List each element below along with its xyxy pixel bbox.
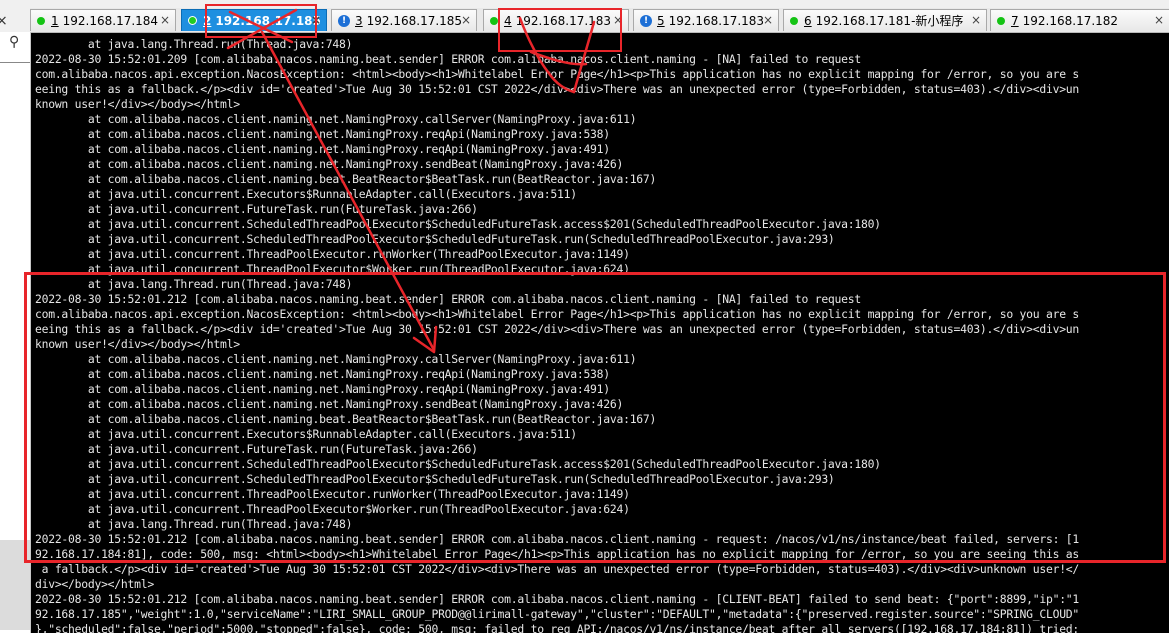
terminal-line: at java.util.concurrent.Executors$Runnab… <box>35 187 577 201</box>
tab-close-icon[interactable]: × <box>160 13 170 27</box>
status-dot-icon <box>490 16 498 25</box>
terminal-line: at java.lang.Thread.run(Thread.java:748) <box>35 277 353 291</box>
window-title-strip <box>0 0 1169 8</box>
terminal-line: com.alibaba.nacos.api.exception.NacosExc… <box>35 67 1080 81</box>
terminal-line: at com.alibaba.nacos.client.naming.beat.… <box>35 172 657 186</box>
terminal-line: },"scheduled":false,"period":5000,"stopp… <box>35 622 1080 633</box>
tab-number: 2 <box>203 13 212 28</box>
terminal-text: at java.lang.Thread.run(Thread.java:748)… <box>31 33 1169 633</box>
status-dot-icon <box>37 16 45 25</box>
status-dot-icon <box>188 16 197 25</box>
terminal-line: at java.util.concurrent.ScheduledThreadP… <box>35 217 881 231</box>
status-dot-icon <box>997 16 1005 25</box>
tab-number: 5 <box>657 13 665 28</box>
sidebar-empty-area <box>0 540 30 630</box>
tab-close-icon[interactable]: × <box>311 13 321 27</box>
terminal-line: at com.alibaba.nacos.client.naming.net.N… <box>35 382 610 396</box>
tab-label: 192.168.17.184 <box>62 13 159 28</box>
terminal-line: at java.lang.Thread.run(Thread.java:748) <box>35 517 353 531</box>
tab-number: 6 <box>804 13 812 28</box>
terminal-line: at java.util.concurrent.ThreadPoolExecut… <box>35 502 630 516</box>
terminal-line: a fallback.</p><div id='created'>Tue Aug… <box>35 562 1080 576</box>
terminal-line: at java.util.concurrent.FutureTask.run(F… <box>35 442 478 456</box>
terminal-line: 92.168.17.184:81], code: 500, msg: <html… <box>35 547 1080 561</box>
terminal-line: known user!</div></body></html> <box>35 97 240 111</box>
tab-session-1[interactable]: 1 192.168.17.184 × <box>30 9 176 31</box>
tab-number: 1 <box>51 13 59 28</box>
sidebar-toolbar: × <box>0 12 30 33</box>
tab-label: 192.168.17.185 <box>215 13 321 28</box>
terminal-line: 2022-08-30 15:52:01.209 [com.alibaba.nac… <box>35 52 861 66</box>
terminal-line: 2022-08-30 15:52:01.212 [com.alibaba.nac… <box>35 592 1080 606</box>
terminal-line: at com.alibaba.nacos.client.naming.net.N… <box>35 397 624 411</box>
tab-close-icon[interactable]: × <box>763 13 773 27</box>
tab-close-icon[interactable]: × <box>461 13 471 27</box>
tab-close-icon[interactable]: × <box>971 13 981 27</box>
tab-label: 192.168.17.181-新小程序 <box>815 14 964 28</box>
terminal-line: 2022-08-30 15:52:01.212 [com.alibaba.nac… <box>35 292 861 306</box>
terminal-line: at java.util.concurrent.ScheduledThreadP… <box>35 232 835 246</box>
tab-label: 192.168.17.185 <box>366 13 463 28</box>
session-tab-bar: 1 192.168.17.184 × 2 192.168.17.185 ×! 3 192.16… <box>30 8 1169 33</box>
terminal-line: at java.util.concurrent.FutureTask.run(F… <box>35 202 478 216</box>
terminal-line: eeing this as a fallback.</p><div id='cr… <box>35 82 1080 96</box>
status-dot-icon <box>790 16 798 25</box>
terminal-line: at com.alibaba.nacos.client.naming.net.N… <box>35 142 610 156</box>
terminal-line: at com.alibaba.nacos.client.naming.net.N… <box>35 112 637 126</box>
terminal-line: com.alibaba.nacos.api.exception.NacosExc… <box>35 307 1080 321</box>
terminal-line: at java.lang.Thread.run(Thread.java:748) <box>35 37 353 51</box>
terminal-line: at java.util.concurrent.ScheduledThreadP… <box>35 472 835 486</box>
close-icon[interactable]: × <box>0 13 8 29</box>
terminal-line: at com.alibaba.nacos.client.naming.beat.… <box>35 412 657 426</box>
warning-icon: ! <box>338 14 350 27</box>
tab-label: 192.168.17.182 <box>1022 13 1119 28</box>
tab-session-2[interactable]: 2 192.168.17.185 × <box>181 9 327 31</box>
sidebar-divider <box>0 62 30 63</box>
tab-session-5[interactable]: ! 5 192.168.17.183 × <box>633 9 779 31</box>
magnifier-icon[interactable]: ⚲ <box>9 34 19 50</box>
terminal-line: at java.util.concurrent.ThreadPoolExecut… <box>35 262 630 276</box>
tab-session-6[interactable]: 6 192.168.17.181-新小程序 × <box>783 9 987 31</box>
terminal-line: at com.alibaba.nacos.client.naming.net.N… <box>35 352 637 366</box>
session-sidebar: ⚲ <box>0 32 31 633</box>
terminal-line: eeing this as a fallback.</p><div id='cr… <box>35 322 1080 336</box>
tab-session-3[interactable]: ! 3 192.168.17.185 × <box>331 9 477 31</box>
terminal-line: at java.util.concurrent.ThreadPoolExecut… <box>35 247 630 261</box>
terminal-line: at java.util.concurrent.Executors$Runnab… <box>35 427 577 441</box>
terminal-output[interactable]: at java.lang.Thread.run(Thread.java:748)… <box>31 33 1169 633</box>
terminal-line: at com.alibaba.nacos.client.naming.net.N… <box>35 157 624 171</box>
terminal-line: at com.alibaba.nacos.client.naming.net.N… <box>35 367 610 381</box>
terminal-line: known user!</div></body></html> <box>35 337 240 351</box>
warning-icon: ! <box>640 14 652 27</box>
tab-session-4[interactable]: 4 192.168.17.183 × <box>483 9 629 31</box>
tab-label: 192.168.17.183 <box>515 13 612 28</box>
terminal-line: at java.util.concurrent.ScheduledThreadP… <box>35 457 881 471</box>
terminal-line: at java.util.concurrent.ThreadPoolExecut… <box>35 487 630 501</box>
tab-session-7[interactable]: 7 192.168.17.182 × <box>990 9 1169 31</box>
tab-close-icon[interactable]: × <box>613 13 623 27</box>
tab-number: 4 <box>504 13 512 28</box>
terminal-line: 2022-08-30 15:52:01.212 [com.alibaba.nac… <box>35 532 1080 546</box>
terminal-line: div></body></html> <box>35 577 154 591</box>
tab-label: 192.168.17.183 <box>668 13 765 28</box>
terminal-line: at com.alibaba.nacos.client.naming.net.N… <box>35 127 610 141</box>
terminal-line: 92.168.17.185","weight":1.0,"serviceName… <box>35 607 1080 621</box>
tab-number: 7 <box>1011 13 1019 28</box>
tab-close-icon[interactable]: × <box>1154 13 1164 27</box>
tab-number: 3 <box>355 13 363 28</box>
